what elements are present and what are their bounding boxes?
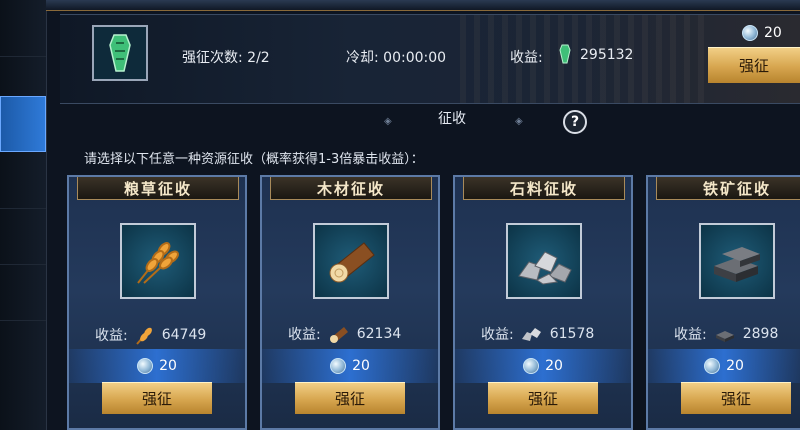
silver-coin-icon bbox=[137, 358, 154, 374]
log-icon bbox=[329, 242, 375, 283]
card-cost: 20 bbox=[648, 349, 800, 383]
yield-value: 62134 bbox=[356, 326, 402, 342]
jade-token-icon bbox=[109, 34, 131, 72]
iron-levy-card: 铁矿征收 收益: 2898 20 强征 bbox=[646, 175, 800, 430]
title-ornament-left-icon: ◈ bbox=[384, 116, 392, 127]
silver-coin-icon bbox=[330, 358, 347, 374]
sidebar-tab-6[interactable] bbox=[0, 264, 46, 321]
silver-coin-icon bbox=[742, 25, 758, 41]
iron-ingot-icon bbox=[714, 247, 760, 282]
stone-small-icon bbox=[521, 328, 541, 341]
silver-coin-icon bbox=[704, 358, 721, 374]
sidebar-tab-2[interactable] bbox=[0, 40, 46, 97]
grain-levy-button[interactable]: 强征 bbox=[102, 382, 212, 414]
sidebar-tab-5[interactable] bbox=[0, 208, 46, 265]
yield-value: 2898 bbox=[742, 326, 779, 342]
stone-levy-card: 石料征收 收益: 61578 20 强征 bbox=[453, 175, 633, 430]
levy-token-box bbox=[92, 25, 148, 81]
yield-label: 收益: bbox=[674, 327, 707, 343]
yield-value: 61578 bbox=[549, 326, 595, 342]
levy-instruction: 请选择以下任意一种资源征收（概率获得1-3倍暴击收益）： bbox=[84, 152, 424, 167]
wheat-icon bbox=[137, 242, 179, 284]
wood-levy-card: 木材征收 收益: 62134 20 强征 bbox=[260, 175, 440, 430]
silver-coin-icon bbox=[523, 358, 540, 374]
card-cost: 20 bbox=[262, 349, 438, 383]
card-title: 木材征收 bbox=[270, 177, 432, 200]
section-title: 征收 bbox=[438, 111, 466, 127]
card-title: 粮草征收 bbox=[77, 177, 239, 200]
header-cost: 20 bbox=[742, 25, 782, 41]
iron-icon-frame bbox=[699, 223, 775, 299]
iron-small-icon bbox=[715, 331, 734, 342]
wheat-small-icon bbox=[135, 327, 152, 345]
wood-levy-button[interactable]: 强征 bbox=[295, 382, 405, 414]
levy-count-label: 强征次数: 2/2 bbox=[182, 50, 270, 66]
title-ornament-right-icon: ◈ bbox=[515, 116, 523, 127]
card-title: 铁矿征收 bbox=[656, 177, 800, 200]
grain-icon-frame bbox=[120, 223, 196, 299]
yield-value: 64749 bbox=[161, 327, 207, 343]
iron-levy-button[interactable]: 强征 bbox=[681, 382, 791, 414]
cooldown-label: 冷却: 00:00:00 bbox=[346, 50, 447, 66]
yield-label: 收益: bbox=[95, 328, 128, 344]
cost-value: 20 bbox=[726, 358, 744, 374]
wood-icon-frame bbox=[313, 223, 389, 299]
income-value: 295132 bbox=[580, 47, 634, 63]
sidebar-tab-4[interactable] bbox=[0, 152, 46, 209]
cost-value: 20 bbox=[352, 358, 370, 374]
jade-token-small-icon bbox=[559, 44, 571, 64]
sidebar-tab-active[interactable] bbox=[0, 96, 46, 152]
stone-icon-frame bbox=[506, 223, 582, 299]
header-cost-value: 20 bbox=[764, 25, 782, 41]
card-yield: 收益: 61578 bbox=[481, 324, 594, 344]
top-frame bbox=[46, 0, 800, 11]
yield-label: 收益: bbox=[288, 327, 321, 343]
card-title: 石料征收 bbox=[463, 177, 625, 200]
grain-levy-card: 粮草征收 收益: 64749 20 强征 bbox=[67, 175, 247, 430]
help-button[interactable]: ? bbox=[563, 110, 587, 134]
card-yield: 收益: 62134 bbox=[288, 324, 401, 344]
card-cost: 20 bbox=[455, 349, 631, 383]
income-label: 收益: bbox=[510, 50, 543, 66]
header-levy-button[interactable]: 强征 bbox=[708, 47, 800, 83]
card-cost: 20 bbox=[69, 349, 245, 383]
log-small-icon bbox=[329, 327, 348, 343]
sidebar bbox=[0, 0, 47, 430]
stone-pile-icon bbox=[518, 251, 572, 285]
stone-levy-button[interactable]: 强征 bbox=[488, 382, 598, 414]
yield-label: 收益: bbox=[481, 327, 514, 343]
card-yield: 收益: 64749 bbox=[95, 324, 206, 346]
cost-value: 20 bbox=[545, 358, 563, 374]
card-yield: 收益: 2898 bbox=[674, 324, 778, 344]
cost-value: 20 bbox=[159, 358, 177, 374]
